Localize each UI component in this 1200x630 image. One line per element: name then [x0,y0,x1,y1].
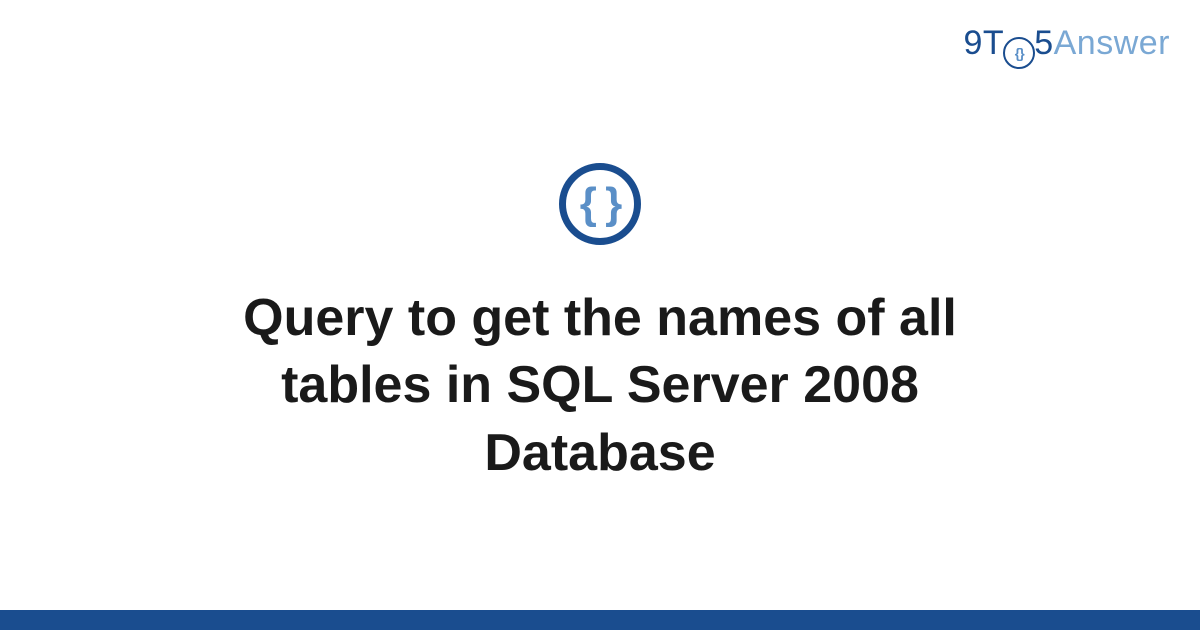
category-icon-circle: { } [559,163,641,245]
question-title: Query to get the names of all tables in … [150,285,1050,488]
code-braces-icon: { } [580,179,620,229]
main-content: { } Query to get the names of all tables… [0,0,1200,610]
footer-bar [0,610,1200,630]
